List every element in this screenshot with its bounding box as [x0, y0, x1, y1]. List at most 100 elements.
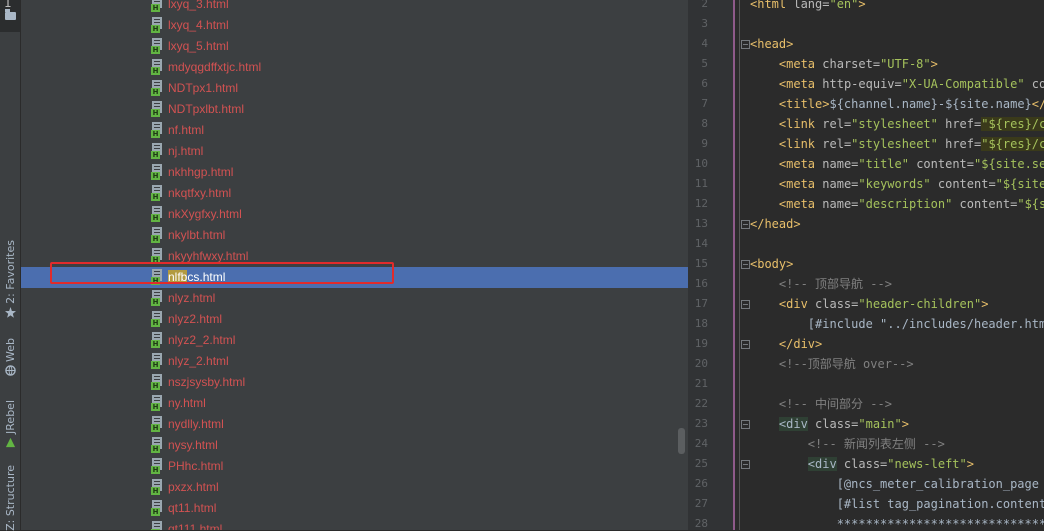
file-tree-item[interactable]: Hnlyz2_2.html: [21, 330, 688, 351]
html-file-icon: H: [151, 101, 163, 117]
line-number: 9: [701, 137, 708, 150]
code-line: </div>: [750, 334, 822, 354]
html-file-icon: H: [151, 290, 163, 306]
code-token: <head>: [750, 37, 794, 51]
web-tool-tab[interactable]: Web: [0, 338, 20, 377]
web-icon: [4, 365, 16, 377]
html-file-icon: H: [151, 185, 163, 201]
file-tree-item[interactable]: Hlxyq_4.html: [21, 15, 688, 36]
code-token: <!-- 新闻列表左侧 -->: [807, 437, 945, 451]
file-tree-item[interactable]: Hpxzx.html: [21, 477, 688, 498]
file-name: NDTpxlbt.html: [168, 102, 245, 116]
line-number: 12: [694, 197, 708, 210]
line-number: 17: [694, 297, 708, 310]
file-tree-item[interactable]: Hnf.html: [21, 120, 688, 141]
file-tree-item[interactable]: Hmdyqgdffxtjc.html: [21, 57, 688, 78]
fold-toggle-icon[interactable]: [741, 420, 750, 429]
html-file-icon: H: [151, 17, 163, 33]
file-tree-item[interactable]: HnkXygfxy.html: [21, 204, 688, 225]
code-line: <meta name="title" content="${site.seo: [750, 154, 1044, 174]
line-number: 7: [701, 97, 708, 110]
html-file-icon: H: [151, 122, 163, 138]
code-token: "UTF-8": [880, 57, 931, 71]
html-file-icon: H: [151, 374, 163, 390]
file-tree-item[interactable]: Hnlyz.html: [21, 288, 688, 309]
code-editor[interactable]: 2 <html lang="en"> 3 4 <head> 5 <meta charset…: [688, 0, 1044, 530]
code-line: <!-- 新闻列表左侧 -->: [750, 434, 945, 454]
line-number: 16: [694, 277, 708, 290]
file-tree-item[interactable]: Hnkhhgp.html: [21, 162, 688, 183]
code-token: <!-- 顶部导航 -->: [778, 277, 892, 291]
file-tree-item[interactable]: Hnkylbt.html: [21, 225, 688, 246]
code-token: "${res}/cs: [981, 137, 1044, 151]
gutter-separator: [739, 0, 740, 530]
file-tree-item[interactable]: H NDTpx1.html: [21, 78, 688, 99]
code-token: "${site.: [995, 177, 1044, 191]
line-number: 27: [694, 497, 708, 510]
jrebel-tool-tab[interactable]: JRebel: [0, 400, 20, 449]
code-token: href=: [937, 137, 982, 151]
html-file-icon: H: [151, 80, 163, 96]
fold-toggle-icon[interactable]: [741, 300, 750, 309]
line-number: 24: [694, 437, 708, 450]
structure-tool-tab[interactable]: Z: Structure: [0, 465, 20, 531]
fold-toggle-icon[interactable]: [741, 220, 750, 229]
html-file-icon: H: [151, 521, 163, 530]
tool-window-strip: 1 2: Favorites Web JRebel Z: Structure: [0, 0, 21, 531]
code-token: ${channel.name}-${site.name}: [829, 97, 1032, 111]
html-file-icon: H: [151, 311, 163, 327]
file-tree-item[interactable]: Hnlyz_2.html: [21, 351, 688, 372]
line-number: 8: [701, 117, 708, 130]
file-tree-item[interactable]: Hnj.html: [21, 141, 688, 162]
project-tool-tab[interactable]: 1: [0, 0, 20, 32]
file-name: mdyqgdffxtjc.html: [168, 60, 262, 74]
code-line: <!-- 顶部导航 -->: [750, 274, 892, 294]
project-tree-panel: Hlxyq_3.html Hlxyq_4.html Hlxyq_5.html Hmdy…: [21, 0, 688, 530]
file-tree-item[interactable]: Hnszjsysby.html: [21, 372, 688, 393]
file-tree-item[interactable]: Hlxyq_5.html: [21, 36, 688, 57]
file-tree-item[interactable]: Hnlyz2.html: [21, 309, 688, 330]
code-token: "X-UA-Compatible": [901, 77, 1025, 91]
file-name: PHhc.html: [168, 459, 224, 473]
code-token: </t: [1031, 97, 1044, 111]
code-token: "title": [858, 157, 909, 171]
fold-toggle-icon[interactable]: [741, 340, 750, 349]
html-file-icon: H: [151, 437, 163, 453]
file-name: nkqtfxy.html: [168, 186, 232, 200]
file-name: nf.html: [168, 123, 205, 137]
line-number: 25: [694, 457, 708, 470]
file-name: nkXygfxy.html: [168, 207, 242, 221]
file-tree-item[interactable]: Hnysy.html: [21, 435, 688, 456]
file-tree-item[interactable]: H PHhc.html: [21, 456, 688, 477]
favorites-tool-tab[interactable]: 2: Favorites: [0, 240, 20, 319]
code-line: <meta name="description" content="${si: [750, 194, 1044, 214]
file-name: lxyq_3.html: [168, 0, 229, 11]
file-tree-item[interactable]: Hnkqtfxy.html: [21, 183, 688, 204]
file-name: ny.html: [168, 396, 206, 410]
html-file-icon: H: [151, 164, 163, 180]
file-tree-item[interactable]: Hqt111.html: [21, 519, 688, 530]
jrebel-icon: [4, 437, 16, 449]
html-file-icon: H: [151, 38, 163, 54]
fold-toggle-icon[interactable]: [741, 460, 750, 469]
code-token: class=: [836, 457, 888, 471]
fold-toggle-icon[interactable]: [741, 40, 750, 49]
file-tree-item[interactable]: Hny.html: [21, 393, 688, 414]
tree-scrollbar-thumb[interactable]: [678, 428, 685, 454]
file-tree-item[interactable]: Hlxyq_3.html: [21, 0, 688, 15]
file-tree-item[interactable]: Hnydlly.html: [21, 414, 688, 435]
code-token: <meta: [778, 157, 823, 171]
fold-toggle-icon[interactable]: [741, 260, 750, 269]
code-token: name=: [822, 157, 859, 171]
file-tree-item[interactable]: Hqt11.html: [21, 498, 688, 519]
code-token: class=: [815, 297, 859, 311]
file-name: nlyz_2.html: [168, 354, 229, 368]
line-number: 14: [694, 237, 708, 250]
html-file-icon: H: [151, 479, 163, 495]
html-file-icon: H: [151, 206, 163, 222]
file-name: nszjsysby.html: [168, 375, 246, 389]
file-tree-item[interactable]: H NDTpxlbt.html: [21, 99, 688, 120]
